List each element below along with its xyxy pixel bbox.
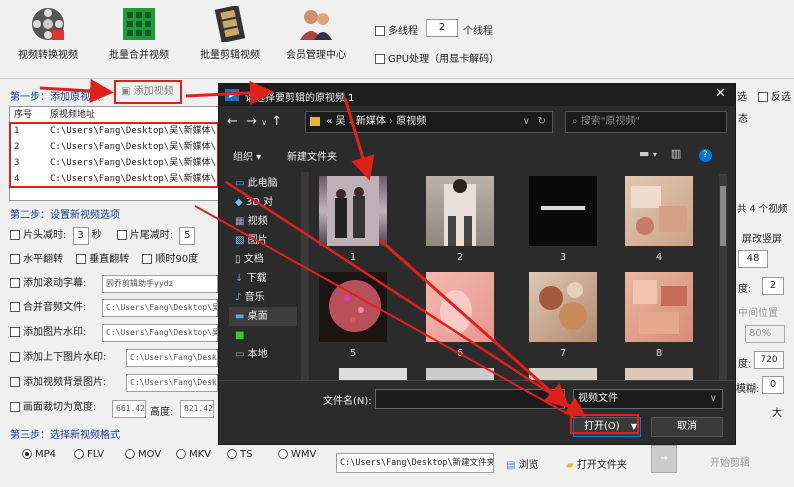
arrow-to-files [343,97,375,181]
arrow-to-add [39,78,114,103]
arrow-to-open [379,238,570,408]
arrow-to-dialog [185,80,274,105]
arrow-rows-to-open [225,180,587,417]
arrow-line [194,205,576,419]
annotation-arrows [39,78,587,419]
